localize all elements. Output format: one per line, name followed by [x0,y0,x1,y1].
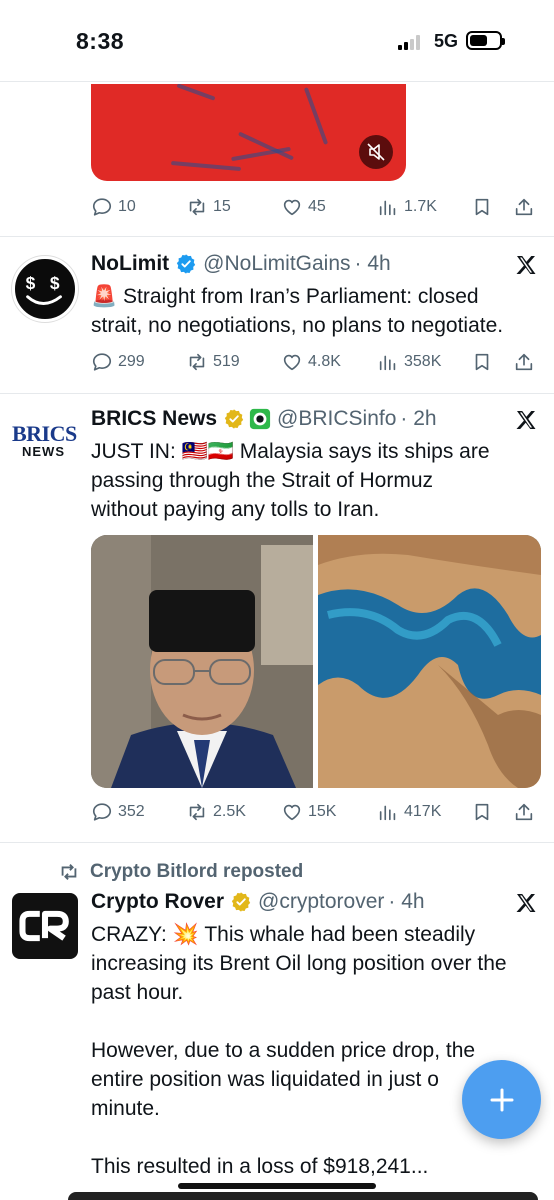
handle[interactable]: @NoLimitGains [203,252,350,276]
display-name[interactable]: BRICS News [91,407,217,431]
signal-icon [398,34,424,50]
previous-post-actions: 10 15 45 1.7K [91,192,546,222]
post-header: BRICS News @BRICSinfo · 2h [91,407,437,431]
siren-emoji: 🚨 [91,285,118,308]
share-button[interactable] [513,797,535,827]
bookmark-button[interactable] [471,192,493,222]
reply-button[interactable]: 352 [91,797,145,827]
divider [0,393,554,394]
reply-button[interactable]: 299 [91,347,145,377]
next-media-peek [68,1192,538,1200]
avatar[interactable]: BRICS NEWS [12,424,78,464]
verified-gold-icon [231,892,251,912]
views-icon [379,355,396,371]
like-icon [283,199,301,216]
bookmark-icon [475,353,489,371]
timestamp: · 4h [354,252,391,275]
reply-icon [92,353,112,371]
x-logo-icon[interactable] [514,891,538,915]
post-text: 🚨 Straight from Iran’s Parliament: close… [91,285,504,337]
collision-emoji: 💥 [172,923,199,946]
handle[interactable]: @BRICSinfo [277,407,396,431]
like-button[interactable]: 15K [281,797,336,827]
timestamp: · 2h [400,407,437,430]
like-button[interactable]: 4.8K [281,347,341,377]
handle[interactable]: @cryptorover [258,890,384,914]
flags-emoji: 🇲🇾🇮🇷 [181,440,234,463]
battery-icon [466,31,505,50]
views-button[interactable]: 1.7K [377,192,437,222]
network-type: 5G [434,31,459,51]
post-header: NoLimit @NoLimitGains · 4h [91,252,391,276]
compose-icon [490,1088,513,1111]
repost-button[interactable]: 15 [186,192,231,222]
bookmark-icon [475,198,489,216]
post-actions: 299 519 4.8K 358K [91,347,546,377]
timestamp: · 4h [388,890,425,913]
display-name[interactable]: NoLimit [91,252,169,276]
views-button[interactable]: 358K [377,347,441,377]
muted-speaker-icon [367,143,385,161]
repost-button[interactable]: 519 [186,347,240,377]
share-button[interactable] [513,347,535,377]
affiliate-badge-icon [249,408,271,430]
verified-icon [176,254,196,274]
home-indicator[interactable] [178,1183,376,1189]
bookmark-icon [475,803,489,821]
repost-icon [189,198,205,216]
share-button[interactable] [513,192,535,222]
repost-icon [189,353,205,371]
avatar[interactable]: $ $ [12,256,78,322]
divider [0,236,554,237]
bookmark-button[interactable] [471,347,493,377]
post-actions: 352 2.5K 15K 417K [91,797,546,827]
display-name[interactable]: Crypto Rover [91,890,224,914]
repost-icon [189,803,205,821]
post-header: Crypto Rover @cryptorover · 4h [91,890,425,914]
avatar[interactable] [12,893,78,959]
post-text: JUST IN: 🇲🇾🇮🇷 Malaysia says its ships ar… [91,440,490,521]
svg-text:$: $ [26,273,36,293]
like-icon [283,354,301,371]
views-icon [379,805,396,821]
compose-button[interactable] [462,1060,541,1139]
views-button[interactable]: 417K [377,797,441,827]
verified-gold-icon [224,409,244,429]
post-text: CRAZY: 💥 This whale had been steadily in… [91,923,507,1178]
smiley-dollar-icon: $ $ [26,273,62,305]
share-icon [515,803,533,821]
repost-icon [61,864,77,880]
x-logo-icon[interactable] [514,408,538,432]
reply-button[interactable]: 10 [91,192,136,222]
satellite-map-illustration [318,535,541,788]
status-bar: 8:38 5G [0,0,554,82]
reply-icon [92,803,112,821]
post-image-portrait[interactable] [91,535,313,788]
reply-icon [92,198,112,216]
cr-logo-icon [19,910,69,942]
share-icon [515,198,533,216]
repost-indicator[interactable]: Crypto Bitlord reposted [58,861,303,883]
views-icon [379,200,396,216]
like-icon [283,804,301,821]
x-logo-icon[interactable] [514,253,538,277]
mute-button[interactable] [359,135,393,169]
bookmark-button[interactable] [471,797,493,827]
share-icon [515,353,533,371]
divider [0,842,554,843]
post-image-satellite[interactable] [318,535,541,788]
svg-text:$: $ [50,273,60,293]
like-button[interactable]: 45 [281,192,326,222]
clock: 8:38 [76,28,125,54]
portrait-illustration [91,535,313,788]
repost-button[interactable]: 2.5K [186,797,246,827]
